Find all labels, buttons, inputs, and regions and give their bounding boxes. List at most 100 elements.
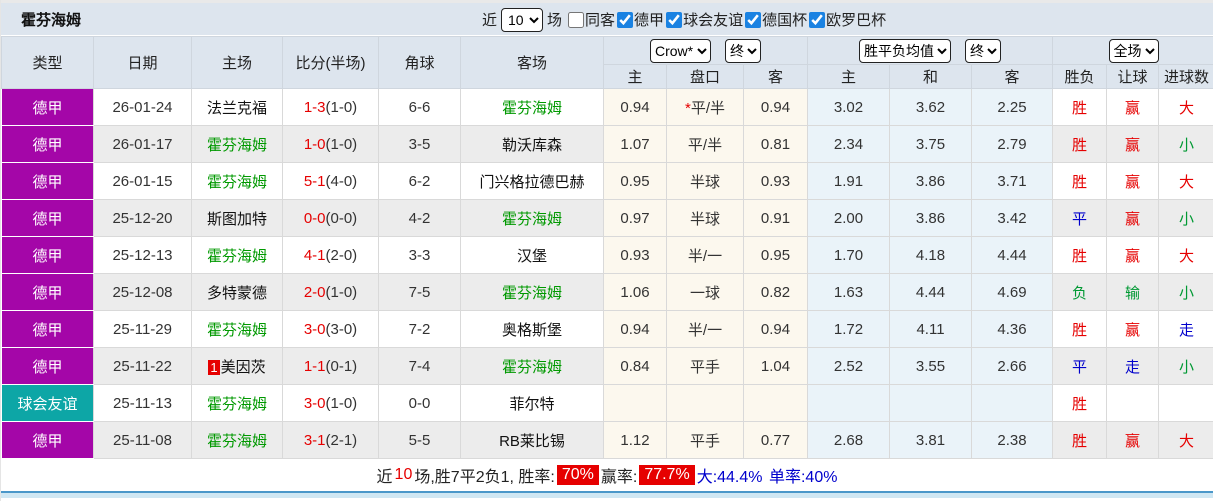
home-team-cell: 多特蒙德	[191, 273, 283, 311]
handicap-result-cell: 赢	[1106, 88, 1160, 126]
handicap-away-odds-cell: 0.93	[742, 162, 809, 200]
goals-result-cell: 小	[1158, 199, 1213, 237]
home-team-cell: 霍芬海姆	[191, 162, 283, 200]
avg-state-select[interactable]: 终	[965, 38, 1002, 63]
away-team-name[interactable]: 霍芬海姆	[502, 285, 562, 302]
avg-away-odds-cell: 3.71	[971, 162, 1054, 200]
home-team-name[interactable]: 霍芬海姆	[207, 174, 267, 191]
handicap-result-cell: 赢	[1106, 199, 1160, 237]
home-team-name[interactable]: 霍芬海姆	[207, 396, 267, 413]
sub-header-handicap-result: 让球	[1106, 64, 1160, 89]
handicap-home-odds-cell: 0.93	[603, 236, 667, 274]
sub-header-goals-result: 进球数	[1158, 64, 1213, 89]
home-team-name[interactable]: 霍芬海姆	[207, 137, 267, 154]
date-cell: 25-11-08	[93, 421, 192, 459]
home-team-cell: 霍芬海姆	[191, 384, 283, 422]
handicap-win-rate-badge: 77.7%	[639, 465, 695, 485]
full-time-score: 5-1	[303, 172, 326, 190]
league-filter-group: 德甲 球会友谊 德国杯 欧罗巴杯	[615, 9, 886, 30]
away-team-name[interactable]: 勒沃库森	[502, 137, 562, 154]
score-cell: 3-0(3-0)	[282, 310, 379, 348]
sub-header-avg-home: 主	[807, 64, 891, 89]
filter-europa-league-checkbox[interactable]	[809, 12, 826, 28]
half-time-score: (1-0)	[325, 135, 358, 153]
home-team-name[interactable]: 多特蒙德	[207, 285, 267, 302]
same-away-label: 同客	[585, 12, 616, 29]
filter-europa-league-label: 欧罗巴杯	[826, 12, 887, 29]
home-team-name[interactable]: 霍芬海姆	[207, 433, 267, 450]
handicap-state-select[interactable]: 终	[725, 38, 761, 63]
goals-result-cell: 大	[1158, 88, 1213, 126]
summary-record-text: 场,胜7平2负1, 胜率:	[414, 469, 555, 486]
away-team-name[interactable]: 奥格斯堡	[502, 322, 562, 339]
col-header-type: 类型	[1, 36, 94, 89]
away-team-name[interactable]: 汉堡	[517, 248, 547, 265]
home-team-name[interactable]: 霍芬海姆	[207, 322, 267, 339]
scope-select[interactable]: 全场	[1108, 38, 1159, 63]
home-team-name[interactable]: 霍芬海姆	[207, 248, 267, 265]
recent-count-select[interactable]: 10	[501, 7, 544, 32]
away-team-name[interactable]: 菲尔特	[509, 396, 554, 413]
league-cell: 德甲	[1, 199, 94, 237]
page-title: 霍芬海姆	[21, 11, 82, 29]
away-team-name[interactable]: RB莱比锡	[499, 433, 565, 450]
avg-away-odds-cell: 2.66	[971, 347, 1054, 385]
corners-cell: 4-2	[378, 199, 461, 237]
handicap-away-odds-cell	[742, 384, 809, 422]
away-team-name[interactable]: 霍芬海姆	[502, 100, 562, 117]
date-cell: 25-11-13	[93, 384, 192, 422]
section-divider-bar	[1, 491, 1213, 498]
handicap-line-cell: 一球	[666, 273, 744, 311]
away-team-cell: 霍芬海姆	[460, 273, 604, 311]
home-team-name[interactable]: 美因茨	[221, 359, 266, 376]
handicap-away-odds-cell: 0.77	[742, 421, 809, 459]
matches-label: 场	[547, 12, 563, 29]
handicap-line-cell: 半球	[666, 199, 744, 237]
home-team-name[interactable]: 法兰克福	[207, 100, 267, 117]
col-header-corners: 角球	[378, 36, 461, 89]
date-cell: 25-11-29	[93, 310, 192, 348]
away-team-cell: 菲尔特	[460, 384, 604, 422]
away-team-name[interactable]: 霍芬海姆	[502, 211, 562, 228]
corners-cell: 6-6	[378, 88, 461, 126]
avg-odds-select[interactable]: 胜平负均值	[859, 38, 952, 63]
header-selects-row: 类型 日期 主场 比分(半场) 角球 客场 Crow* 终 胜平负均值 终 全场	[1, 36, 1213, 89]
handicap-home-odds-cell: 0.95	[603, 162, 667, 200]
away-team-cell: 霍芬海姆	[460, 347, 604, 385]
league-cell: 球会友谊	[1, 384, 94, 422]
home-team-name[interactable]: 斯图加特	[207, 211, 267, 228]
handicap-away-odds-cell: 1.04	[742, 347, 809, 385]
filter-bundesliga-checkbox[interactable]	[617, 12, 634, 28]
away-team-name[interactable]: 门兴格拉德巴赫	[479, 174, 584, 191]
date-cell: 25-12-20	[93, 199, 192, 237]
date-cell: 26-01-24	[93, 88, 192, 126]
col-header-away: 客场	[460, 36, 604, 89]
avg-draw-odds-cell: 3.86	[889, 162, 973, 200]
summary-near-label: 近	[376, 469, 393, 486]
half-time-score: (0-1)	[325, 357, 358, 375]
away-team-name[interactable]: 霍芬海姆	[502, 359, 562, 376]
league-cell: 德甲	[1, 421, 94, 459]
league-cell: 德甲	[1, 310, 94, 348]
handicap-result-cell	[1106, 384, 1160, 422]
handicap-result-cell: 赢	[1106, 421, 1160, 459]
filter-club-friendly-checkbox[interactable]	[666, 12, 683, 28]
filter-dfb-pokal-checkbox[interactable]	[745, 12, 762, 28]
scope-section-header: 全场	[1052, 36, 1213, 65]
goals-result-cell: 小	[1158, 125, 1213, 163]
filter-dfb-pokal-label: 德国杯	[762, 12, 808, 29]
away-team-cell: 勒沃库森	[460, 125, 604, 163]
goals-result-cell: 大	[1158, 162, 1213, 200]
bookmaker-select[interactable]: Crow*	[650, 38, 711, 63]
same-away-checkbox[interactable]	[568, 11, 585, 28]
handicap-result-cell: 赢	[1106, 162, 1160, 200]
handicap-line-cell: 半球	[666, 162, 744, 200]
away-team-cell: 霍芬海姆	[460, 199, 604, 237]
result-cell: 胜	[1052, 162, 1108, 200]
handicap-away-odds-cell: 0.94	[742, 88, 809, 126]
avg-draw-odds-cell: 3.75	[889, 125, 973, 163]
table-row: 德甲 26-01-15 霍芬海姆 5-1(4-0) 6-2 门兴格拉德巴赫 0.95 半球 0.…	[1, 162, 1213, 200]
full-time-score: 4-1	[303, 246, 326, 264]
summary-bar: 近 10 场,胜7平2负1, 胜率: 70% 赢率: 77.7% 大:44.4% 单率:40…	[1, 459, 1213, 491]
full-time-score: 3-1	[303, 431, 326, 449]
